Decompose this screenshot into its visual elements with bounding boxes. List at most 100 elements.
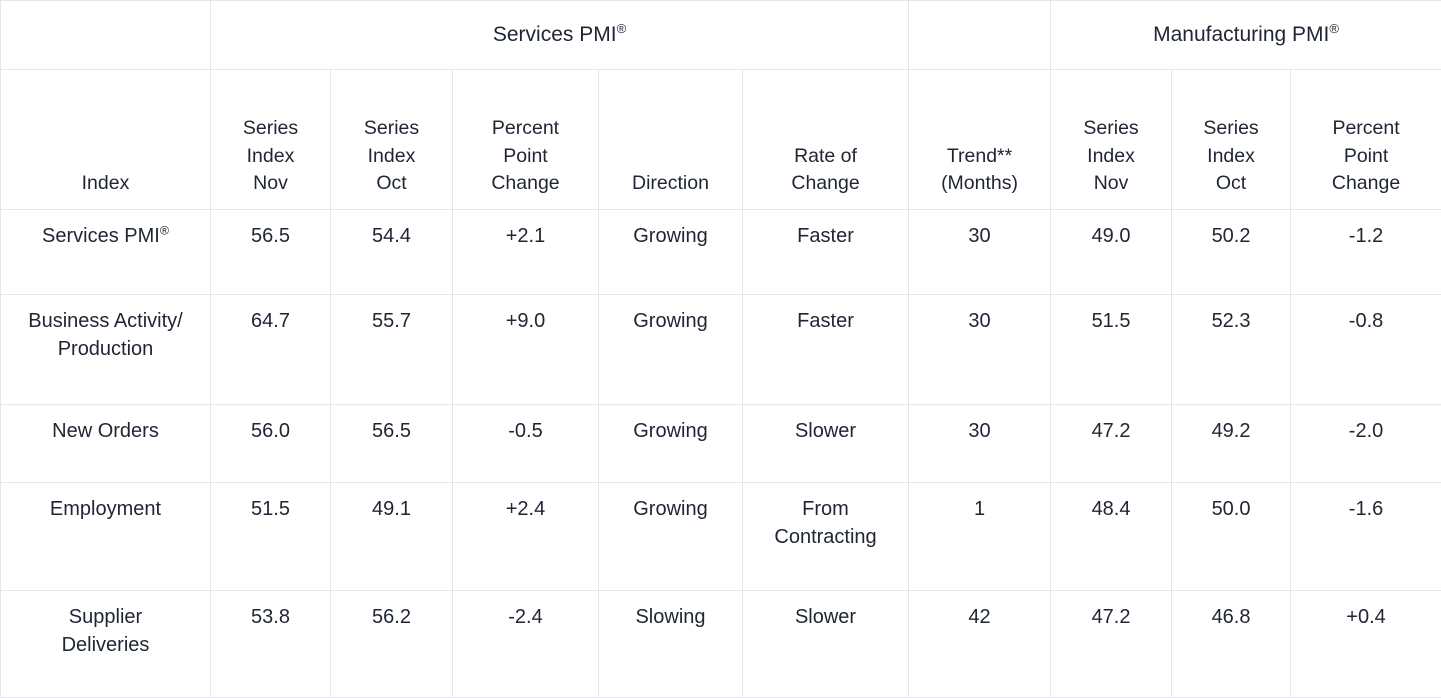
column-header-line: Series [339,115,444,143]
column-header-manufacturing-series-index-nov: Series Index Nov [1051,70,1172,210]
cell-services-series-index-nov: 53.8 [211,591,331,698]
group-header-blank-trend [909,1,1051,70]
table-row: Business Activity/ Production 64.7 55.7 … [1,295,1441,405]
cell-rate-of-change: Faster [743,295,909,405]
column-header-index-line1: Index [9,170,202,198]
cell-services-percent-point-change: +2.4 [453,483,599,591]
column-header-line: Index [339,143,444,171]
cell-manufacturing-series-index-nov: 49.0 [1051,210,1172,295]
group-header-manufacturing-pmi: Manufacturing PMI® [1051,1,1441,70]
group-header-manufacturing-label: Manufacturing PMI [1153,23,1329,46]
group-header-services-pmi: Services PMI® [211,1,909,70]
column-header-line: Oct [339,170,444,198]
row-index-line: Supplier [9,603,202,631]
column-header-line: Series [219,115,322,143]
cell-rate-line: Faster [751,307,900,335]
cell-services-series-index-oct: 55.7 [331,295,453,405]
column-header-manufacturing-percent-point-change: Percent Point Change [1291,70,1441,210]
cell-manufacturing-series-index-nov: 51.5 [1051,295,1172,405]
cell-services-series-index-oct: 49.1 [331,483,453,591]
cell-direction: Growing [599,295,743,405]
cell-direction-line: Growing [607,417,734,445]
pmi-comparison-table: Services PMI® Manufacturing PMI® Index S… [0,0,1441,698]
cell-rate-of-change: From Contracting [743,483,909,591]
cell-direction-line: Growing [607,222,734,250]
row-index-line: Business Activity/ [9,307,202,335]
row-index-text: Services PMI [42,225,160,247]
cell-trend-months: 30 [909,210,1051,295]
cell-direction: Growing [599,483,743,591]
row-index-label: Supplier Deliveries [1,591,211,698]
cell-manufacturing-percent-point-change: -1.6 [1291,483,1441,591]
cell-manufacturing-series-index-nov: 48.4 [1051,483,1172,591]
cell-direction-line: Growing [607,307,734,335]
table-row: Employment 51.5 49.1 +2.4 Growing From C… [1,483,1441,591]
row-index-line: Employment [9,495,202,523]
group-header-services-label: Services PMI [493,23,617,46]
row-index-label: Business Activity/ Production [1,295,211,405]
column-header-line: Oct [1180,170,1282,198]
cell-manufacturing-percent-point-change: -0.8 [1291,295,1441,405]
row-index-label: Employment [1,483,211,591]
column-header-line: Percent [1299,115,1433,143]
column-header-line: Index [219,143,322,171]
cell-services-percent-point-change: -2.4 [453,591,599,698]
cell-manufacturing-percent-point-change: -2.0 [1291,405,1441,483]
table-row: New Orders 56.0 56.5 -0.5 Growing Slower… [1,405,1441,483]
table-row: Services PMI® 56.5 54.4 +2.1 Growing Fas… [1,210,1441,295]
column-header-line: Index [1180,143,1282,171]
row-index-line: Deliveries [9,631,202,659]
column-header-line: Nov [219,170,322,198]
column-header-line: Point [1299,143,1433,171]
column-header-line: Index [1059,143,1163,171]
cell-direction-line: Slowing [607,603,734,631]
cell-services-percent-point-change: -0.5 [453,405,599,483]
column-header-index: Index [1,70,211,210]
cell-services-series-index-nov: 64.7 [211,295,331,405]
column-header-line: Series [1059,115,1163,143]
cell-direction: Growing [599,210,743,295]
row-index-line: Services PMI® [9,222,202,250]
cell-rate-line: From [751,495,900,523]
cell-manufacturing-series-index-nov: 47.2 [1051,405,1172,483]
cell-trend-months: 30 [909,405,1051,483]
column-header-manufacturing-series-index-oct: Series Index Oct [1172,70,1291,210]
column-header-direction: Direction [599,70,743,210]
cell-manufacturing-percent-point-change: +0.4 [1291,591,1441,698]
column-header-line: Percent [461,115,590,143]
column-header-line: Trend** [917,143,1042,171]
row-index-line: Production [9,335,202,363]
column-header-line: Change [1299,170,1433,198]
cell-services-series-index-nov: 56.0 [211,405,331,483]
registered-trademark-icon: ® [617,21,627,36]
cell-rate-line: Slower [751,417,900,445]
cell-services-series-index-oct: 54.4 [331,210,453,295]
cell-services-percent-point-change: +2.1 [453,210,599,295]
cell-services-series-index-nov: 51.5 [211,483,331,591]
table-column-header-row: Index Series Index Nov Series Index Oct … [1,70,1441,210]
table-row: Supplier Deliveries 53.8 56.2 -2.4 Slowi… [1,591,1441,698]
table-group-header-row: Services PMI® Manufacturing PMI® [1,1,1441,70]
cell-trend-months: 42 [909,591,1051,698]
column-header-line: Nov [1059,170,1163,198]
column-header-trend-months: Trend** (Months) [909,70,1051,210]
column-header-rate-of-change: Rate of Change [743,70,909,210]
column-header-line: (Months) [917,170,1042,198]
column-header-services-percent-point-change: Percent Point Change [453,70,599,210]
cell-manufacturing-series-index-oct: 49.2 [1172,405,1291,483]
cell-manufacturing-series-index-oct: 50.2 [1172,210,1291,295]
row-index-line: New Orders [9,417,202,445]
column-header-line: Point [461,143,590,171]
column-header-line: Series [1180,115,1282,143]
cell-direction: Growing [599,405,743,483]
cell-services-series-index-oct: 56.2 [331,591,453,698]
cell-services-series-index-nov: 56.5 [211,210,331,295]
column-header-line: Change [751,170,900,198]
cell-rate-line: Faster [751,222,900,250]
cell-rate-line: Slower [751,603,900,631]
cell-manufacturing-series-index-oct: 50.0 [1172,483,1291,591]
column-header-services-series-index-oct: Series Index Oct [331,70,453,210]
cell-manufacturing-series-index-oct: 52.3 [1172,295,1291,405]
cell-trend-months: 30 [909,295,1051,405]
cell-manufacturing-series-index-nov: 47.2 [1051,591,1172,698]
